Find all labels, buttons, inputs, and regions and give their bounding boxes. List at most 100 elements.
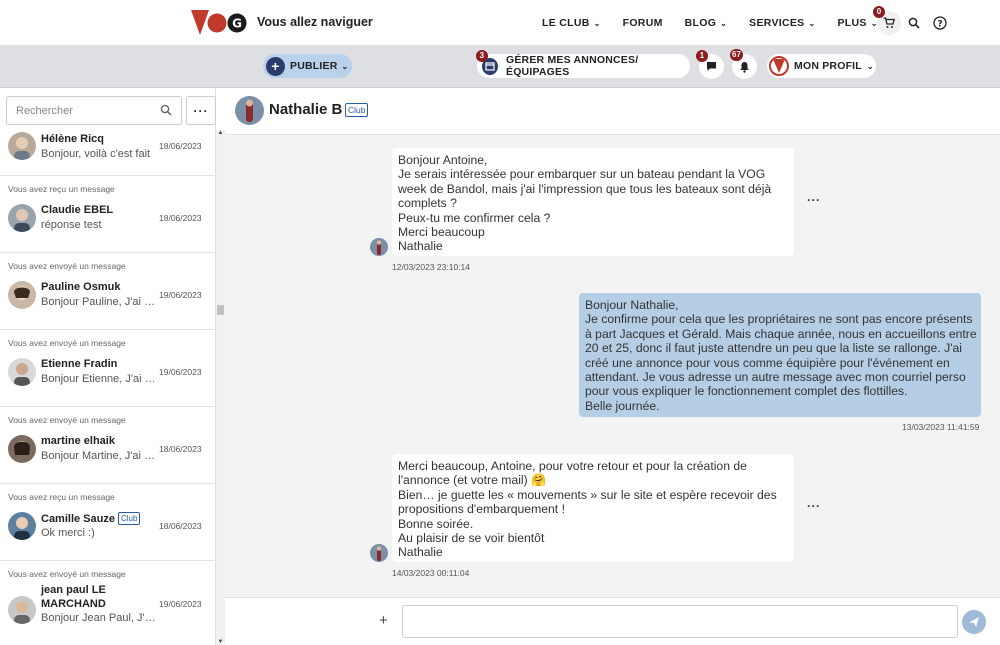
cart-button[interactable]: 0 (873, 6, 901, 35)
conversation-date: 18/06/2023 (159, 521, 202, 531)
conversation-date: 19/06/2023 (159, 290, 202, 300)
cart-count-badge: 0 (873, 6, 885, 18)
conversation-name: Etienne Fradin (41, 358, 117, 370)
plus-icon: + (266, 56, 285, 76)
ellipsis-icon: ··· (193, 103, 209, 118)
messages-button[interactable]: 1 (696, 50, 724, 79)
message-text: Bonjour Nathalie, Je confirme pour cela … (585, 298, 977, 413)
conversation-name: jean paul LE MARCHAND (41, 583, 151, 611)
conversation-date: 18/06/2023 (159, 444, 202, 454)
messages-count-badge: 1 (696, 50, 708, 62)
profil-label: MON PROFIL (794, 60, 862, 72)
notifications-button[interactable]: 67 (730, 49, 757, 79)
club-badge: Club (117, 512, 141, 525)
gerer-label: GÉRER MES ANNONCES/ÉQUIPAGES (505, 54, 639, 78)
sidebar-scrollbar[interactable]: ▲ ▼ (216, 130, 225, 645)
nav-services[interactable]: SERVICES ⌄ (749, 17, 815, 29)
nav-blog[interactable]: BLOG ⌄ (685, 17, 728, 29)
nav-label: LE CLUB (542, 17, 590, 29)
publier-button[interactable]: + PUBLIER ⌄ (263, 54, 352, 78)
site-tagline: Vous allez naviguer (257, 15, 373, 29)
conversation-item[interactable]: Vous avez envoyé un message martine elha… (0, 407, 216, 484)
name-text: Camille Sauze (41, 513, 115, 525)
search-icon (908, 17, 920, 29)
avatar (8, 132, 36, 160)
conversation-kind: Vous avez envoyé un message (8, 261, 126, 271)
chevron-down-icon: ⌄ (808, 18, 816, 28)
name-text: Hélène Ricq (41, 133, 104, 145)
chevron-down-icon: ⌄ (866, 61, 874, 71)
conversation-name: Camille Sauze Club (41, 512, 141, 525)
gerer-count-badge: 3 (476, 50, 488, 62)
conversation-item[interactable]: Hélène Ricq Bonjour, voilà c'est fait 18… (0, 132, 216, 176)
conversation-item[interactable]: Vous avez reçu un message Camille Sauze C… (0, 484, 216, 561)
name-text: jean paul LE MARCHAND (41, 584, 106, 610)
conversation-item[interactable]: Vous avez envoyé un message jean paul LE… (0, 561, 216, 645)
help-button[interactable]: ? (929, 12, 951, 34)
conversation-item[interactable]: Vous avez envoyé un message Pauline Osmu… (0, 253, 216, 330)
paper-plane-icon (969, 617, 979, 627)
scroll-up-icon[interactable]: ▲ (216, 130, 225, 136)
avatar (8, 204, 36, 232)
conversation-preview: Bonjour Etienne, J'ai bien (41, 373, 156, 385)
publier-label: PUBLIER (290, 60, 338, 72)
conversation-date: 18/06/2023 (159, 213, 202, 223)
message-thread: Bonjour Antoine, Je serais intéressée po… (225, 135, 1000, 597)
nav-le-club[interactable]: LE CLUB ⌄ (542, 17, 601, 29)
conversation-name: Hélène Ricq (41, 133, 104, 145)
conversation-kind: Vous avez envoyé un message (8, 338, 126, 348)
message-options-button[interactable]: ··· (807, 193, 821, 207)
message-options-button[interactable]: ··· (807, 499, 821, 513)
conversation-item[interactable]: Vous avez envoyé un message Etienne Frad… (0, 330, 216, 407)
sender-avatar (370, 544, 388, 562)
message-text: Merci beaucoup, Antoine, pour votre reto… (398, 459, 777, 560)
send-button[interactable] (962, 610, 986, 634)
message-input[interactable] (402, 605, 958, 638)
incoming-message: Merci beaucoup, Antoine, pour votre reto… (392, 454, 794, 562)
name-text: martine elhaik (41, 435, 115, 447)
message-timestamp: 12/03/2023 23:10:14 (392, 262, 470, 272)
attach-plus-icon[interactable]: + (379, 612, 388, 629)
conversation-sidebar: ··· Hélène Ricq Bonjour, voilà c'est fai… (0, 88, 216, 645)
message-text: Bonjour Antoine, Je serais intéressée po… (398, 153, 772, 254)
avatar (8, 281, 36, 309)
conversation-preview: Bonjour, voilà c'est fait (41, 148, 151, 160)
scroll-down-icon[interactable]: ▼ (216, 639, 225, 645)
conversation-list: Hélène Ricq Bonjour, voilà c'est fait 18… (0, 132, 216, 645)
profile-avatar (769, 56, 789, 76)
nav-forum[interactable]: FORUM (623, 17, 663, 29)
conversation-preview: réponse test (41, 219, 102, 231)
message-timestamp: 13/03/2023 11:41:59 (902, 422, 980, 432)
nav-plus[interactable]: PLUS ⌄ (838, 17, 878, 29)
action-toolbar: + PUBLIER ⌄ GÉRER MES ANNONCES/ÉQUIPAGES… (0, 46, 1000, 88)
message-timestamp: 14/03/2023 00:11:04 (392, 568, 470, 578)
search-input[interactable] (16, 104, 161, 117)
vog-logo[interactable]: G (191, 10, 249, 36)
contact-name[interactable]: Nathalie B (269, 101, 342, 118)
conversation-kind: Vous avez envoyé un message (8, 569, 126, 579)
search-button[interactable] (903, 12, 925, 34)
top-navbar: G Vous allez naviguer LE CLUB ⌄ FORUM BLO… (0, 0, 1000, 46)
contact-avatar[interactable] (235, 96, 264, 125)
conversation-item[interactable]: Vous avez reçu un message Claudie EBEL r… (0, 176, 216, 253)
scrollbar-thumb[interactable] (217, 305, 224, 315)
conversation-preview: Ok merci :) (41, 527, 95, 539)
incoming-message: Bonjour Antoine, Je serais intéressée po… (392, 148, 794, 256)
conversation-kind: Vous avez reçu un message (8, 492, 115, 502)
more-options-button[interactable]: ··· (186, 96, 216, 125)
nav-label: FORUM (622, 17, 663, 29)
chevron-down-icon: ⌄ (720, 18, 728, 28)
conversation-kind: Vous avez reçu un message (8, 184, 115, 194)
search-icon[interactable] (160, 104, 172, 116)
chevron-down-icon: ⌄ (341, 61, 349, 71)
conversation-date: 19/06/2023 (159, 599, 202, 609)
club-badge: Club (345, 103, 369, 117)
mon-profil-button[interactable]: MON PROFIL ⌄ (767, 54, 876, 78)
gerer-annonces-button[interactable]: GÉRER MES ANNONCES/ÉQUIPAGES 3 (476, 50, 690, 78)
avatar (8, 358, 36, 386)
nav-label: PLUS (837, 17, 867, 29)
conversation-date: 19/06/2023 (159, 367, 202, 377)
message-composer: + (225, 597, 1000, 645)
avatar (8, 512, 36, 540)
avatar (8, 596, 36, 624)
